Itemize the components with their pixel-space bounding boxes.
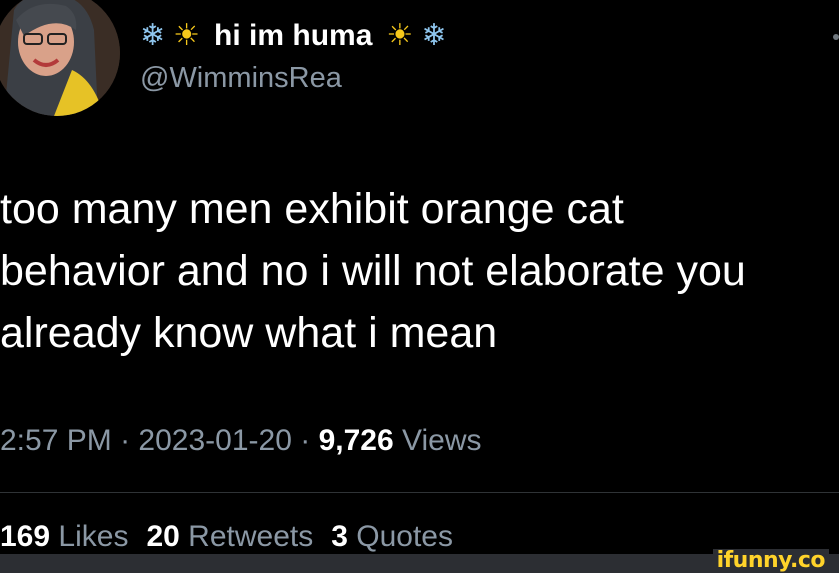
watermark: ifunny.co bbox=[712, 549, 829, 573]
tweet-text-line: behavior and no i will not elaborate you bbox=[0, 247, 746, 295]
author-display-name[interactable]: hi im huma bbox=[214, 19, 372, 53]
likes-count: 169 bbox=[0, 520, 51, 553]
avatar-image bbox=[0, 0, 120, 116]
author-handle[interactable]: @WimminsRea bbox=[140, 62, 342, 95]
tweet-meta: 2:57 PM · 2023-01-20 · 9,726 Views bbox=[0, 424, 481, 458]
retweets-count: 20 bbox=[146, 520, 180, 553]
tweet-date[interactable]: 2023-01-20 bbox=[138, 424, 291, 457]
views-count: 9,726 bbox=[318, 424, 394, 457]
tweet-time[interactable]: 2:57 PM bbox=[0, 424, 112, 457]
tweet-text-line: too many men exhibit orange cat bbox=[0, 185, 624, 233]
snowflake-icon: ❄ bbox=[421, 18, 447, 53]
quotes-label: Quotes bbox=[356, 520, 453, 553]
author-name-row[interactable]: ❄ ☀ hi im huma ☀ ❄ bbox=[140, 14, 446, 58]
sun-icon: ☀ bbox=[173, 18, 201, 53]
quotes-count: 3 bbox=[331, 520, 348, 553]
views-label: Views bbox=[402, 424, 482, 457]
tweet-text-line: already know what i mean bbox=[0, 309, 498, 357]
likes-stat[interactable]: 169 Likes bbox=[0, 520, 128, 554]
retweets-label: Retweets bbox=[188, 520, 314, 553]
meta-separator: · bbox=[300, 424, 311, 457]
meta-separator: · bbox=[120, 424, 131, 457]
engagement-stats: 169 Likes 20 Retweets 3 Quotes bbox=[0, 520, 453, 554]
snowflake-icon: ❄ bbox=[140, 18, 166, 53]
tweet-text: too many men exhibit orange cat behavior… bbox=[0, 178, 839, 364]
retweets-stat[interactable]: 20 Retweets bbox=[146, 520, 313, 554]
sun-icon: ☀ bbox=[386, 18, 414, 53]
likes-label: Likes bbox=[58, 520, 129, 553]
divider bbox=[0, 492, 839, 493]
quotes-stat[interactable]: 3 Quotes bbox=[331, 520, 453, 554]
avatar[interactable] bbox=[0, 0, 120, 116]
more-icon[interactable] bbox=[833, 34, 839, 40]
